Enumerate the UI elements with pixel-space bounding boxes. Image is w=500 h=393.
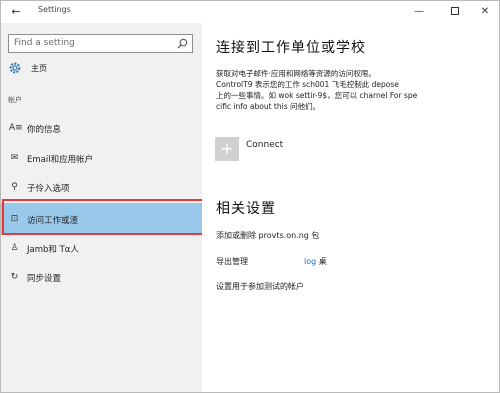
- window-title: Settings: [38, 5, 71, 14]
- export-management-log-link[interactable]: 导出管理 log 桌: [216, 256, 327, 267]
- description-line: 上的一些事情。如 wok settir-9$，您可以 charnel For s…: [216, 91, 418, 100]
- search-input[interactable]: Find a setting: [8, 34, 193, 53]
- page-title: 连接到工作单位或学校: [216, 40, 366, 56]
- export-prefix: 导出管理: [216, 257, 248, 266]
- sync-icon: ↻: [10, 272, 19, 282]
- connect-label: Connect: [246, 140, 284, 150]
- section-label-accounts: 帐户: [8, 96, 22, 104]
- sidebar-item-sync-settings[interactable]: ↻ 同步设置: [1, 264, 202, 290]
- maximize-button[interactable]: [441, 1, 469, 23]
- sidebar-item-your-info[interactable]: A≡ 你的信息: [1, 115, 202, 141]
- connect-button[interactable]: + Connect: [215, 137, 335, 161]
- sidebar-item-label: Email和应用帐户: [27, 155, 94, 165]
- search-icon[interactable]: [177, 38, 188, 49]
- selection-highlight-box: [2, 199, 209, 235]
- home-label: 主页: [31, 64, 47, 73]
- maximize-icon: [451, 7, 459, 15]
- search-placeholder: Find a setting: [14, 38, 75, 48]
- description-line: ControlT9 表示您的工作 sch001 飞毛控制此 depose: [216, 80, 399, 89]
- connect-tile: +: [215, 137, 239, 161]
- back-arrow-icon[interactable]: ←: [7, 3, 25, 21]
- home-nav-item[interactable]: 主页: [8, 60, 193, 78]
- sidebar-item-label: 你的信息: [27, 125, 62, 135]
- people-icon: ♙: [10, 243, 19, 253]
- close-button[interactable]: ✕: [471, 1, 499, 23]
- main-content: 连接到工作单位或学校 获取对电子邮件·应用和网络等资源的访问权限。 Contro…: [202, 23, 499, 392]
- description-line: cific info about this 问他们。: [216, 102, 320, 111]
- person-card-icon: A≡: [9, 123, 23, 133]
- title-bar: ← Settings — ✕: [1, 1, 499, 23]
- mail-icon: ✉: [10, 153, 19, 163]
- description-text: 获取对电子邮件·应用和网络等资源的访问权限。 ControlT9 表示您的工作 …: [216, 68, 491, 112]
- sidebar-item-label: 子伶入选项: [27, 184, 70, 194]
- gear-icon: [9, 62, 21, 74]
- description-line: 获取对电子邮件·应用和网络等资源的访问权限。: [216, 69, 376, 78]
- minimize-button[interactable]: —: [405, 1, 433, 23]
- key-icon: ⚲: [11, 182, 18, 192]
- sidebar-item-email-accounts[interactable]: ✉ Email和应用帐户: [1, 145, 202, 171]
- add-remove-package-link[interactable]: 添加或删除 provts.on.ng 包: [216, 230, 319, 241]
- export-log-word: log: [304, 257, 317, 266]
- export-suffix: 桌: [318, 257, 327, 266]
- setup-test-account-link[interactable]: 设置用于参加测试的帐户: [216, 281, 304, 292]
- settings-window: ← Settings — ✕ Find a setting 主页 帐户 A≡ 你…: [0, 0, 500, 393]
- sidebar-item-sign-in-options[interactable]: ⚲ 子伶入选项: [1, 174, 202, 200]
- related-settings-title: 相关设置: [216, 201, 276, 217]
- sidebar-item-label: 同步设置: [27, 274, 62, 284]
- plus-icon: +: [220, 139, 234, 158]
- sidebar-item-family-people[interactable]: ♙ Jamb和 Tα人: [1, 235, 202, 261]
- sidebar-item-label: Jamb和 Tα人: [27, 245, 79, 255]
